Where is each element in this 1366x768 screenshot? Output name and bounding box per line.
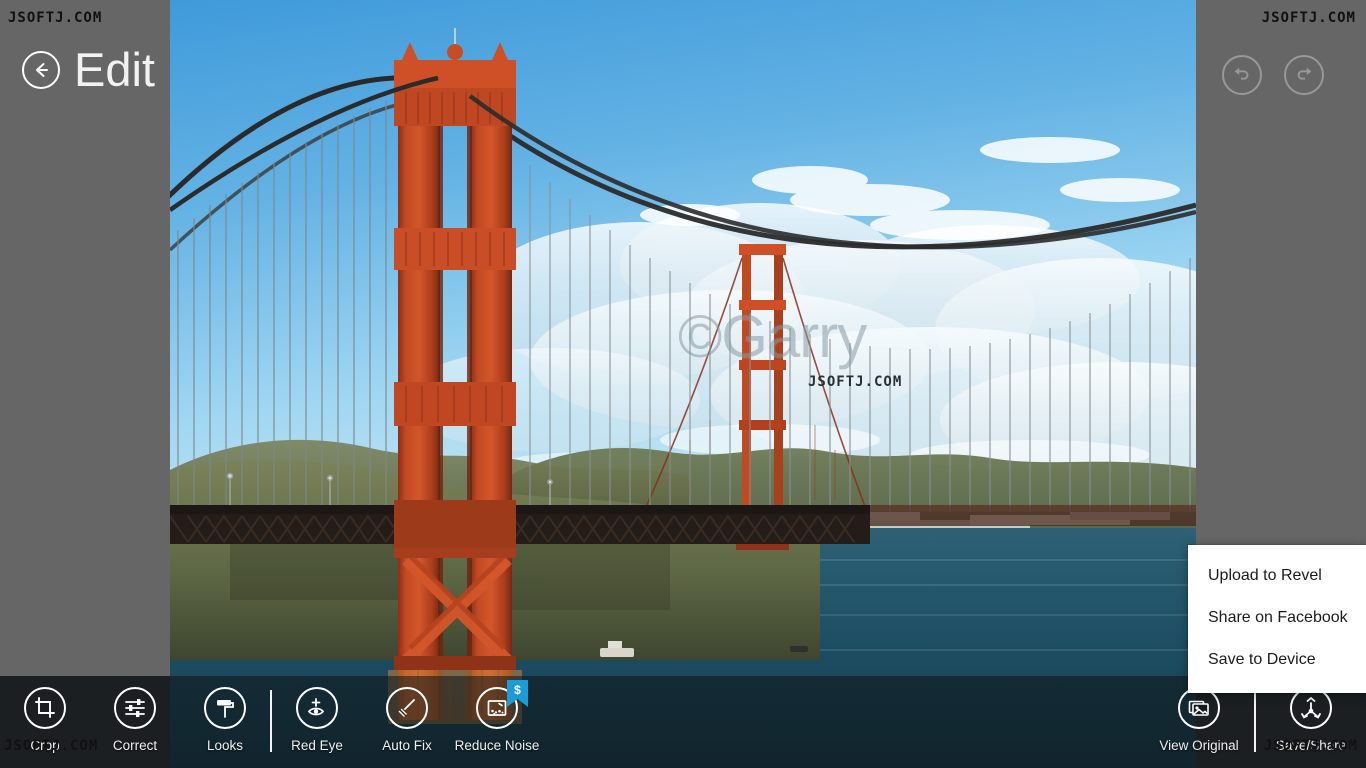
- toolbar-left-tools: Crop Correct Looks Red Eye Auto Fix $ Re…: [0, 676, 542, 768]
- premium-badge: $: [507, 680, 528, 707]
- tool-view-original-label: View Original: [1159, 738, 1239, 753]
- red-eye-icon: [296, 687, 338, 729]
- share-context-menu[interactable]: Upload to Revel Share on Facebook Save t…: [1188, 545, 1366, 693]
- menu-item-save-to-device[interactable]: Save to Device: [1188, 639, 1366, 681]
- back-arrow-circle-icon: [22, 50, 60, 89]
- app-header: Edit: [0, 0, 1366, 120]
- tool-crop-label: Crop: [30, 738, 60, 753]
- squeegee-icon: [386, 687, 428, 729]
- tool-correct-label: Correct: [112, 738, 158, 753]
- tool-correct[interactable]: Correct: [90, 676, 180, 768]
- tool-reduce-noise[interactable]: $ Reduce Noise: [452, 676, 542, 768]
- tool-red-eye[interactable]: Red Eye: [272, 676, 362, 768]
- redo-button[interactable]: [1284, 55, 1324, 95]
- paint-roller-icon: [204, 687, 246, 729]
- menu-item-share-on-facebook[interactable]: Share on Facebook: [1188, 597, 1366, 639]
- back-to-gallery-button[interactable]: Edit: [22, 46, 155, 93]
- photo-editor-window: ©Garry JSOFTJ.COM Edit Crop Correct Look…: [0, 0, 1366, 768]
- share-icon: [1290, 687, 1332, 729]
- tool-crop[interactable]: Crop: [0, 676, 90, 768]
- tool-looks[interactable]: Looks: [180, 676, 270, 768]
- tool-auto-fix[interactable]: Auto Fix: [362, 676, 452, 768]
- tool-looks-label: Looks: [206, 738, 244, 753]
- tool-save-share-label: Save/Share: [1275, 738, 1347, 753]
- undo-redo-group: [1222, 55, 1324, 95]
- tool-red-eye-label: Red Eye: [291, 738, 343, 753]
- image-stack-icon: [1178, 687, 1220, 729]
- sliders-icon: [114, 687, 156, 729]
- tool-auto-fix-label: Auto Fix: [382, 738, 432, 753]
- svg-text:$: $: [514, 683, 521, 697]
- crop-icon: [24, 687, 66, 729]
- tool-reduce-noise-label: Reduce Noise: [454, 738, 540, 753]
- edit-toolbar: Crop Correct Looks Red Eye Auto Fix $ Re…: [0, 676, 1366, 768]
- page-title: Edit: [74, 43, 155, 96]
- undo-button[interactable]: [1222, 55, 1262, 95]
- menu-item-upload-to-revel[interactable]: Upload to Revel: [1188, 555, 1366, 597]
